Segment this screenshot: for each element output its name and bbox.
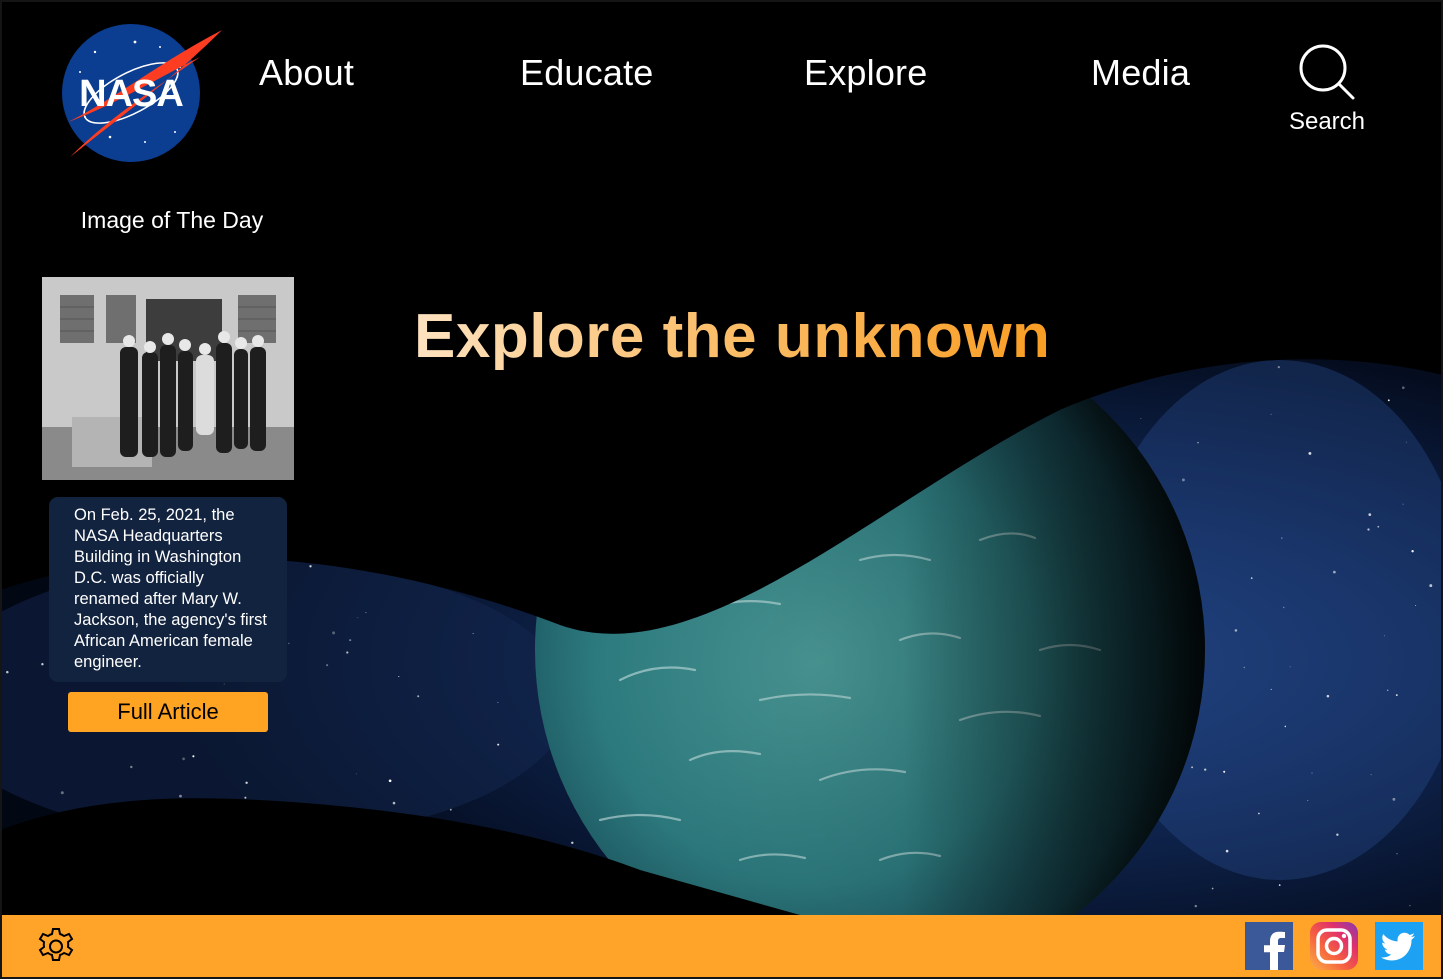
- twitter-icon[interactable]: [1375, 922, 1423, 970]
- image-of-the-day-caption: On Feb. 25, 2021, the NASA Headquarters …: [49, 497, 287, 682]
- image-of-the-day-title: Image of The Day: [80, 207, 264, 233]
- full-article-button[interactable]: Full Article: [68, 692, 268, 732]
- hero-title: Explore the unknown: [414, 302, 1051, 371]
- image-of-the-day-photo[interactable]: [42, 277, 294, 480]
- logo-text: NASA: [79, 73, 183, 115]
- nav-media[interactable]: Media: [1091, 52, 1190, 94]
- gear-icon[interactable]: [34, 924, 78, 968]
- nav-about[interactable]: About: [259, 52, 354, 94]
- instagram-icon[interactable]: [1310, 922, 1358, 970]
- footer-bar: [0, 915, 1443, 979]
- search-button[interactable]: Search: [1286, 44, 1368, 144]
- nasa-logo[interactable]: NASA: [50, 22, 225, 167]
- nav-explore[interactable]: Explore: [804, 52, 927, 94]
- nav-educate[interactable]: Educate: [520, 52, 654, 94]
- search-label: Search: [1288, 108, 1366, 135]
- facebook-icon[interactable]: [1245, 922, 1293, 970]
- search-icon: [1299, 44, 1355, 100]
